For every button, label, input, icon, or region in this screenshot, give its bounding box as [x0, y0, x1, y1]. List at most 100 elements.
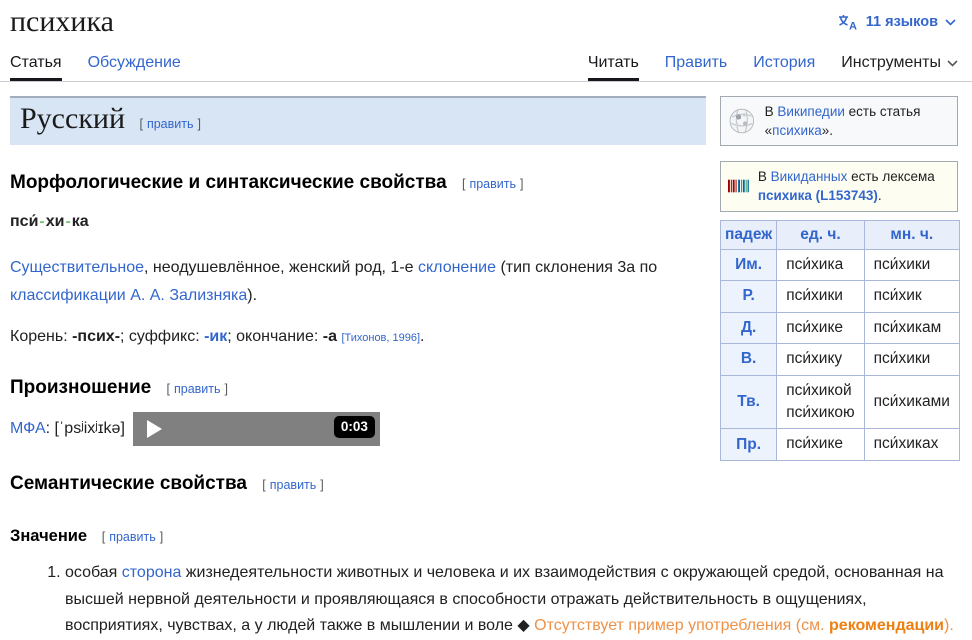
sidebar: В Википедии есть статья «психика». В Вик…	[720, 96, 958, 461]
bracket: ]	[225, 382, 228, 396]
case-link[interactable]: Пр.	[736, 436, 761, 453]
ipa-link[interactable]: МФА	[10, 420, 46, 437]
case-link[interactable]: Д.	[741, 319, 756, 336]
infobox-text: .	[878, 188, 882, 203]
wikidata-infobox: В Викиданных есть лексема психика (L1537…	[720, 161, 958, 211]
form-cell: пси́хике	[777, 429, 864, 460]
case-cell[interactable]: Им.	[721, 249, 777, 280]
grammar-text: , неодушевлённое, женский род, 1-е	[144, 259, 418, 276]
form-cell: пси́хики	[864, 344, 959, 375]
form-cell: пси́хики	[864, 249, 959, 280]
page-header: психика A 11 языков	[0, 0, 972, 40]
syllable-separator: -	[64, 213, 71, 230]
tab-article[interactable]: Статья	[10, 46, 62, 81]
grammar-text: (тип склонения 3а по	[496, 259, 657, 276]
audio-player[interactable]: 0:03	[133, 412, 380, 446]
tab-bar: Статья Обсуждение Читать Править История…	[0, 46, 972, 82]
suffix-link[interactable]: -ик	[204, 328, 227, 345]
edit-link[interactable]: править	[266, 478, 321, 492]
tab-tools[interactable]: Инструменты	[841, 46, 958, 81]
syllable: хи	[46, 213, 65, 230]
morpheme-text: ; суффикс:	[120, 328, 204, 345]
semantics-heading: Семантические свойства [править]	[10, 473, 958, 495]
infobox-text: ».	[822, 123, 833, 138]
pronunciation-row: МФА: [ˈpsʲixʲɪkə] 0:03	[10, 412, 706, 446]
header-singular[interactable]: ед. ч.	[777, 220, 864, 249]
form-cell: пси́хики	[777, 281, 864, 312]
tab-edit[interactable]: Править	[665, 46, 727, 81]
play-icon[interactable]	[147, 420, 162, 438]
tikhonov-reference-link[interactable]: [Тихонов, 1996]	[341, 332, 420, 344]
form-cell: пси́хик	[864, 281, 959, 312]
wikidata-link[interactable]: Викиданных	[771, 169, 848, 184]
syllable: пси́	[10, 213, 38, 230]
edit-section: [править]	[462, 177, 524, 191]
zaliznyak-classification-link[interactable]: классификации А. А. Зализняка	[10, 287, 247, 304]
ipa-transcription: [ˈpsʲixʲɪkə]	[55, 420, 125, 437]
case-link[interactable]: Р.	[742, 287, 754, 304]
form-cell: пси́хиками	[864, 375, 959, 429]
tab-group-right: Читать Править История Инструменты	[588, 46, 958, 81]
declension-link[interactable]: склонение	[418, 259, 496, 276]
infobox-text: В	[765, 104, 778, 119]
bracket: ]	[520, 177, 523, 191]
bracket: ]	[197, 117, 200, 131]
ending-morpheme: -а	[323, 328, 337, 345]
edit-link[interactable]: править	[105, 530, 160, 544]
table-row: Д. пси́хике пси́хикам	[721, 312, 960, 343]
tab-discussion[interactable]: Обсуждение	[88, 46, 181, 81]
audio-duration: 0:03	[334, 416, 375, 438]
header-plural-link[interactable]: мн. ч.	[890, 226, 933, 243]
tab-history[interactable]: История	[753, 46, 815, 81]
header-singular-link[interactable]: ед. ч.	[800, 226, 840, 243]
wikipedia-globe-icon	[728, 104, 756, 138]
ipa-line: МФА: [ˈpsʲixʲɪkə]	[10, 420, 125, 438]
case-cell[interactable]: Д.	[721, 312, 777, 343]
edit-link[interactable]: править	[143, 117, 198, 131]
wikipedia-infobox-text: В Википедии есть статья «психика».	[765, 102, 950, 140]
grammar-text: ).	[247, 287, 257, 304]
case-cell[interactable]: Р.	[721, 281, 777, 312]
table-row: Пр. пси́хике пси́хиках	[721, 429, 960, 460]
tab-read[interactable]: Читать	[588, 46, 639, 81]
syllable-separator: -	[38, 213, 45, 230]
case-cell[interactable]: Тв.	[721, 375, 777, 429]
wikipedia-infobox: В Википедии есть статья «психика».	[720, 96, 958, 146]
header-plural[interactable]: мн. ч.	[864, 220, 959, 249]
form-cell: пси́хиках	[864, 429, 959, 460]
tab-tools-label: Инструменты	[841, 54, 941, 72]
header-case[interactable]: падеж	[721, 220, 777, 249]
wikidata-logo-icon	[728, 176, 749, 196]
meanings-list: особая сторона жизнедеятельности животны…	[10, 560, 958, 640]
table-row: Р. пси́хики пси́хик	[721, 281, 960, 312]
storona-link[interactable]: сторона	[122, 564, 182, 581]
case-link[interactable]: В.	[741, 350, 757, 367]
edit-link[interactable]: править	[465, 177, 520, 191]
case-cell[interactable]: В.	[721, 344, 777, 375]
case-link[interactable]: Им.	[735, 256, 762, 273]
form-variant: пси́хикою	[786, 402, 854, 424]
table-row: Им. пси́хика пси́хики	[721, 249, 960, 280]
edit-link[interactable]: править	[170, 382, 225, 396]
article-content: В Википедии есть статья «психика». В Вик…	[0, 82, 972, 640]
wikidata-lexeme-link[interactable]: психика (L153743)	[758, 188, 878, 203]
infobox-text: В	[758, 169, 771, 184]
missing-example-text: Отсутствует пример употребления (см.	[530, 617, 829, 634]
heading-text: Семантические свойства	[10, 473, 247, 494]
heading-text: Значение	[10, 527, 87, 545]
edit-section: [править]	[166, 382, 228, 396]
noun-link[interactable]: Существительное	[10, 259, 144, 276]
wikipedia-article-link[interactable]: психика	[772, 123, 822, 138]
language-section-header: Русский [править]	[10, 96, 706, 145]
syllable: ка	[72, 213, 89, 230]
wikipedia-link[interactable]: Википедии	[777, 104, 844, 119]
meaning-text: особая	[65, 564, 122, 581]
case-cell[interactable]: Пр.	[721, 429, 777, 460]
edit-section: [править]	[139, 117, 201, 131]
case-link[interactable]: Тв.	[737, 393, 760, 410]
ipa-colon: :	[46, 420, 55, 437]
language-selector-button[interactable]: A 11 языков	[836, 8, 958, 36]
header-case-link[interactable]: падеж	[725, 226, 772, 243]
heading-text: Произношение	[10, 377, 151, 398]
recommendations-link[interactable]: рекомендации	[829, 617, 944, 634]
